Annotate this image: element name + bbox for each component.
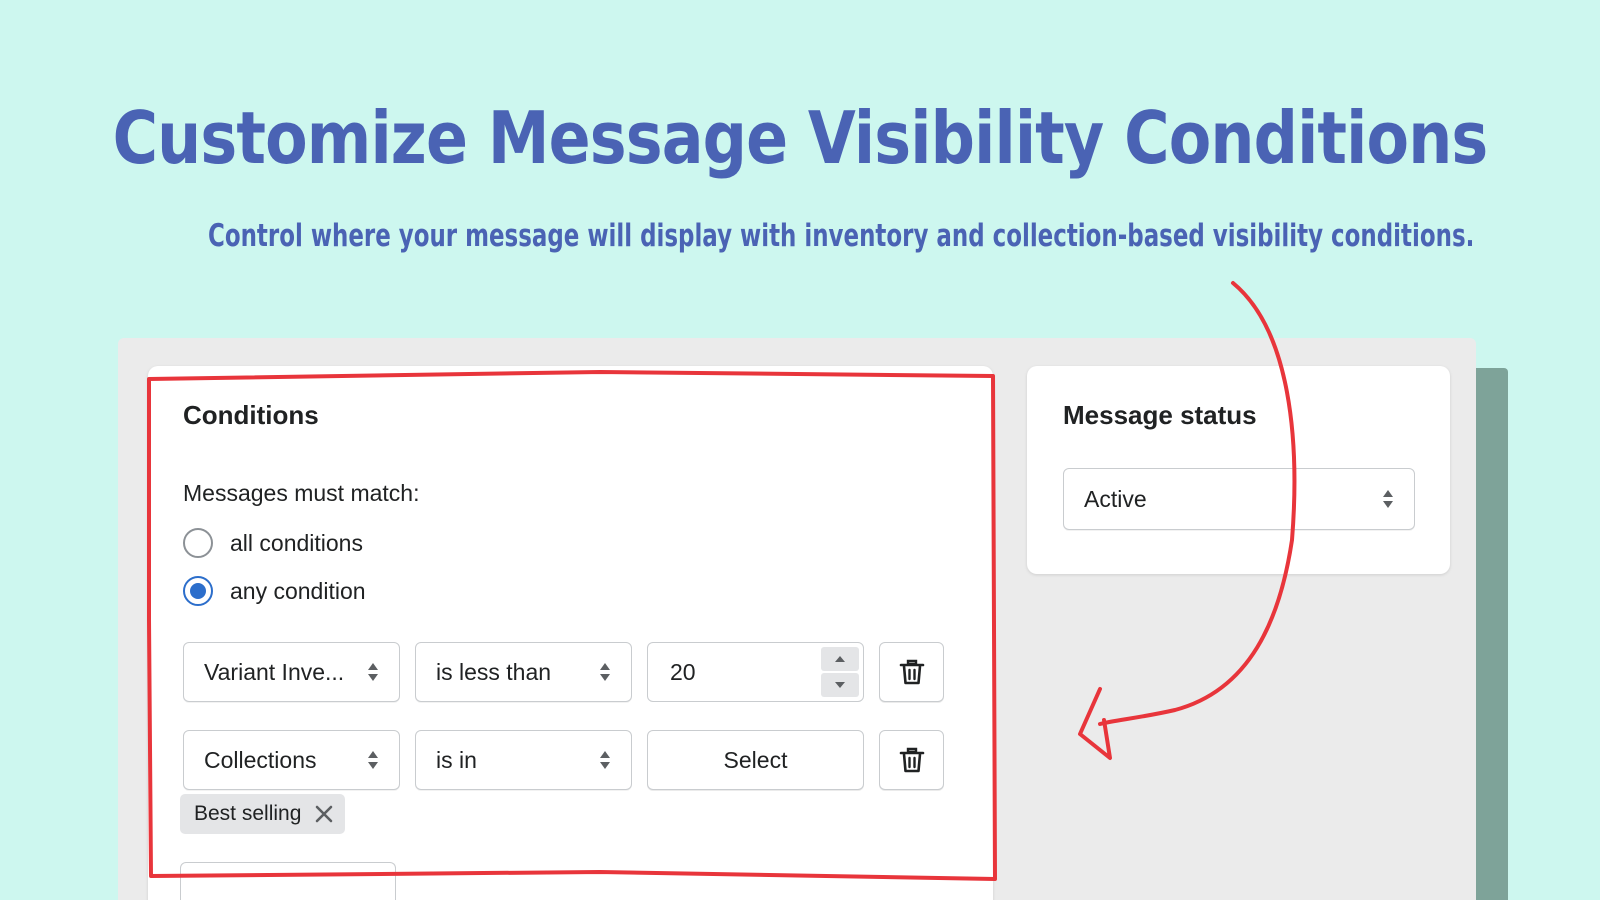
conditions-title: Conditions — [183, 400, 319, 430]
select-value: is in — [436, 746, 477, 773]
delete-rule-button[interactable] — [879, 642, 944, 702]
stepper-down-icon[interactable] — [821, 673, 859, 697]
select-arrows-icon — [600, 663, 610, 681]
select-value: Variant Inve... — [204, 658, 345, 685]
radio-label: any condition — [230, 577, 366, 604]
rule-field-select[interactable]: Variant Inve... — [183, 642, 400, 702]
add-condition-button[interactable] — [180, 862, 396, 900]
rule-field-select[interactable]: Collections — [183, 730, 400, 790]
select-value: is less than — [436, 658, 552, 685]
tag-label: Best selling — [194, 802, 302, 825]
stepper-up-icon[interactable] — [821, 647, 859, 671]
select-value: Active — [1084, 485, 1147, 512]
status-title: Message status — [1063, 400, 1257, 430]
select-collections-button[interactable]: Select — [647, 730, 864, 790]
rule-operator-select[interactable]: is in — [415, 730, 632, 790]
select-arrows-icon — [368, 663, 378, 681]
rule-value-input[interactable]: 20 — [647, 642, 864, 702]
hero-title: Customize Message Visibility Conditions — [112, 96, 1489, 180]
match-label: Messages must match: — [183, 480, 420, 506]
hero-subtitle: Control where your message will display … — [208, 218, 1475, 254]
select-arrows-icon — [368, 751, 378, 769]
quantity-stepper[interactable] — [821, 647, 859, 697]
close-icon[interactable] — [315, 805, 333, 823]
input-value: 20 — [670, 658, 696, 685]
select-arrows-icon — [1383, 490, 1393, 508]
trash-icon — [899, 747, 924, 773]
radio-unchecked-icon[interactable] — [183, 528, 213, 558]
radio-any-condition[interactable]: any condition — [183, 576, 366, 606]
select-arrows-icon — [600, 751, 610, 769]
collection-tag: Best selling — [180, 794, 346, 834]
select-value: Collections — [204, 746, 317, 773]
radio-checked-icon[interactable] — [183, 576, 213, 606]
trash-icon — [899, 659, 924, 685]
status-select[interactable]: Active — [1063, 468, 1415, 530]
radio-label: all conditions — [230, 529, 363, 556]
delete-rule-button[interactable] — [879, 730, 944, 790]
rule-operator-select[interactable]: is less than — [415, 642, 632, 702]
radio-all-conditions[interactable]: all conditions — [183, 528, 363, 558]
conditions-card: Conditions Messages must match: all cond… — [148, 366, 993, 900]
message-status-card: Message status Active — [1027, 366, 1450, 574]
side-strip — [1476, 368, 1508, 900]
